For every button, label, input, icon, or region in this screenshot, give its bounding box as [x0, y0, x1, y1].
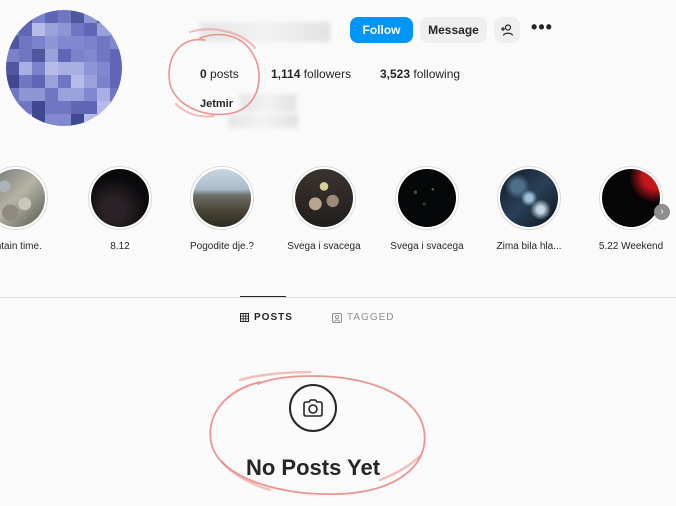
annotation-circle-empty-state: [220, 460, 272, 492]
annotation-circle-posts: [168, 33, 260, 116]
annotation-circle-empty-state: [378, 454, 422, 482]
annotation-overlay: [168, 28, 426, 496]
annotation-circle-empty-state: [209, 375, 426, 496]
